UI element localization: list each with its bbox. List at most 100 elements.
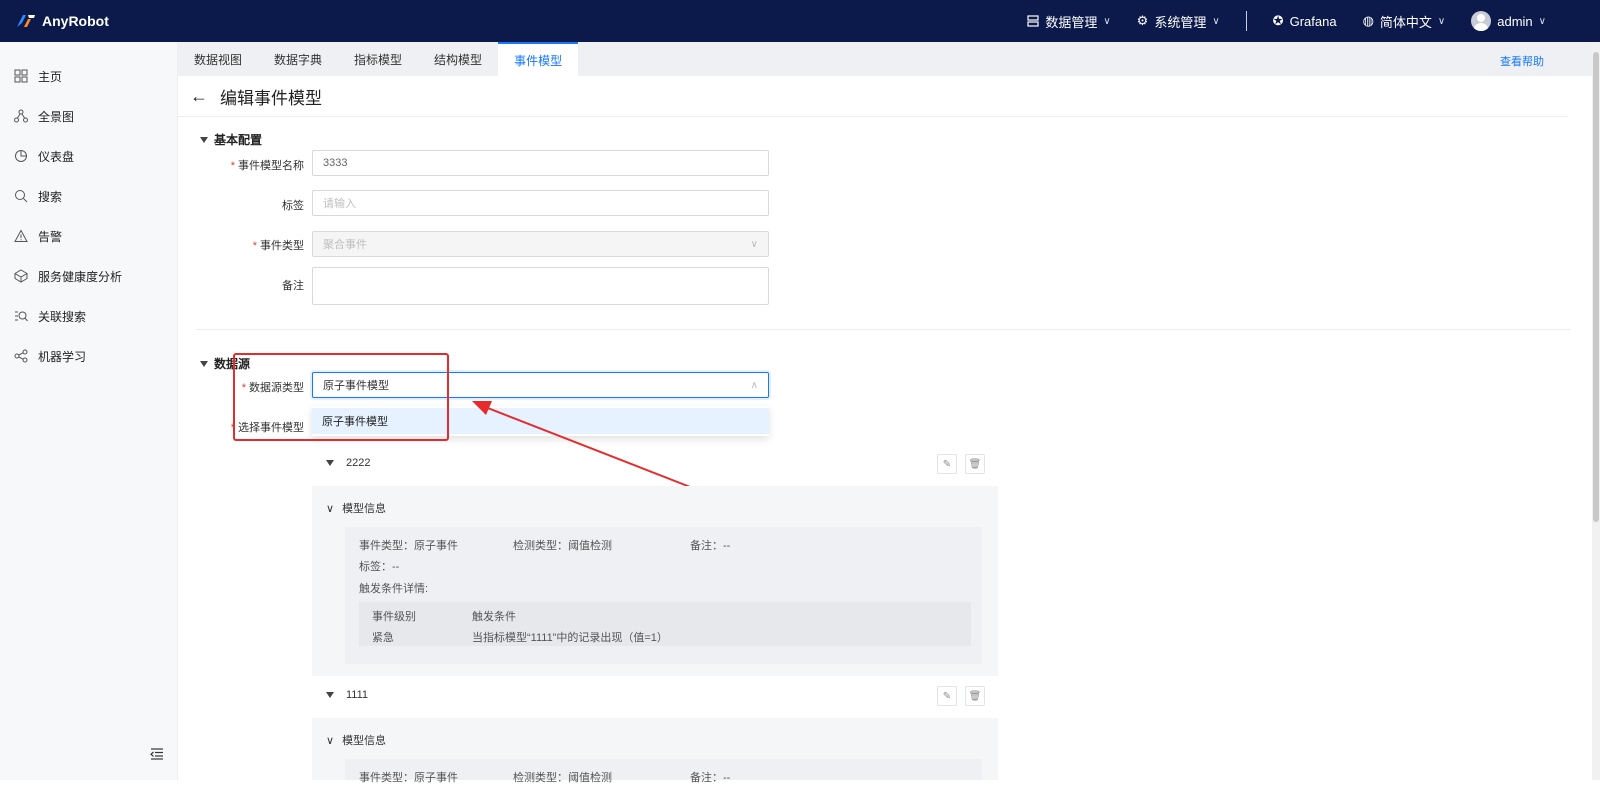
gear-icon: ⚙: [1136, 13, 1149, 28]
chevron-down-icon: ∨: [326, 502, 335, 515]
delete-button[interactable]: 🗑: [965, 686, 985, 706]
header-divider: [178, 116, 1568, 117]
pie-chart-icon: [12, 147, 30, 165]
help-link[interactable]: 查看帮助: [1500, 53, 1544, 69]
sidebar-item-label: 搜索: [38, 189, 63, 204]
event-type-select: 聚合事件 ∨: [312, 231, 769, 257]
sidebar-item-search[interactable]: 搜索: [0, 176, 177, 216]
data-management-menu[interactable]: 数据管理 ∨: [1027, 12, 1111, 31]
model-info-card: ∨ 模型信息 事件类型：原子事件 检测类型：阈值检测 备注：-- 标签：-- 触…: [312, 486, 998, 676]
tab-event-model[interactable]: 事件模型: [498, 42, 579, 76]
scrollbar-thumb[interactable]: [1593, 52, 1599, 522]
language-menu[interactable]: ◍ 简体中文 ∨: [1363, 12, 1446, 31]
annotation-highlight-box: [233, 353, 449, 441]
grid-icon: [12, 67, 30, 85]
list-search-icon: [12, 307, 30, 325]
chevron-down-icon: ∨: [1538, 15, 1546, 27]
model-info-header[interactable]: ∨ 模型信息: [326, 500, 386, 516]
sidebar-item-alert[interactable]: 告警: [0, 216, 177, 256]
basic-config-section-header[interactable]: 基本配置: [200, 131, 262, 148]
search-icon: [12, 187, 30, 205]
sidebar-item-label: 主页: [38, 69, 63, 84]
ml-icon: [12, 347, 30, 365]
trigger-table: 事件级别 触发条件 紧急 当指标模型“1111”中的记录出现（值=1）: [359, 602, 971, 646]
annotation-arrow-icon: [472, 401, 704, 493]
detect-type-info: 检测类型：阈值检测: [513, 772, 612, 784]
chevron-down-icon: ∨: [326, 734, 335, 747]
event-type-value: 聚合事件: [323, 239, 367, 251]
note-label: 备注: [282, 280, 304, 292]
sidebar-item-label: 仪表盘: [38, 149, 75, 164]
model-info-header[interactable]: ∨ 模型信息: [326, 732, 386, 748]
model-item-header[interactable]: 2222: [326, 457, 370, 469]
event-model-name-label: * 事件模型名称: [230, 160, 304, 172]
tag-input[interactable]: 请输入: [312, 190, 769, 216]
trash-icon: 🗑: [968, 690, 982, 702]
sidebar-item-label: 告警: [38, 229, 63, 244]
system-management-menu[interactable]: ⚙ 系统管理 ∨: [1137, 12, 1220, 31]
app-logo[interactable]: AnyRobot: [16, 13, 109, 29]
database-icon: [1027, 15, 1039, 27]
caret-down-icon: [200, 136, 208, 143]
sidebar-item-label: 关联搜索: [38, 309, 87, 324]
app-name: AnyRobot: [42, 13, 109, 29]
required-mark: *: [252, 240, 257, 252]
trigger-title: 触发条件详情:: [359, 583, 429, 595]
sidebar-item-panorama[interactable]: 全景图: [0, 96, 177, 136]
tab-bar: 数据视图 数据字典 指标模型 结构模型 事件模型 查看帮助: [178, 42, 1598, 76]
caret-down-icon: [326, 692, 334, 698]
sidebar-item-service-health[interactable]: 服务健康度分析: [0, 256, 177, 296]
sidebar-item-label: 机器学习: [38, 349, 87, 364]
pencil-icon: ✎: [942, 458, 952, 470]
user-menu[interactable]: admin ∨: [1471, 11, 1546, 31]
model-info-card: ∨ 模型信息 事件类型：原子事件 检测类型：阈值检测 备注：--: [312, 718, 998, 784]
warning-icon: [12, 227, 30, 245]
sidebar-item-dashboard[interactable]: 仪表盘: [0, 136, 177, 176]
section-divider: [196, 329, 1571, 330]
caret-down-icon: [200, 360, 208, 367]
note-info: 备注：--: [690, 540, 731, 552]
edit-button[interactable]: ✎: [937, 686, 957, 706]
event-type-info: 事件类型：原子事件: [359, 772, 458, 784]
data-management-label: 数据管理: [1045, 14, 1098, 30]
model-info-title: 模型信息: [342, 503, 387, 515]
divider: [1245, 11, 1247, 31]
event-model-name-input[interactable]: 3333: [312, 150, 769, 176]
tags-info: 标签：--: [359, 561, 400, 573]
collapse-sidebar-icon[interactable]: [150, 748, 164, 760]
chevron-up-icon: ∧: [750, 379, 758, 391]
sidebar-item-machine-learning[interactable]: 机器学习: [0, 336, 177, 376]
anyrobot-logo-icon: [17, 15, 35, 27]
sidebar-item-label: 服务健康度分析: [38, 269, 123, 284]
delete-button[interactable]: 🗑: [965, 454, 985, 474]
event-type-label: * 事件类型: [252, 240, 304, 252]
trash-icon: 🗑: [968, 458, 982, 470]
tab-data-dictionary[interactable]: 数据字典: [258, 42, 338, 76]
note-info: 备注：--: [690, 772, 731, 784]
box-icon: [12, 267, 30, 285]
caret-down-icon: [326, 460, 334, 466]
grafana-icon: ✪: [1272, 13, 1284, 28]
back-arrow-icon[interactable]: ←: [190, 86, 208, 107]
edit-button[interactable]: ✎: [937, 454, 957, 474]
tab-metric-model[interactable]: 指标模型: [338, 42, 418, 76]
page-header: ← 编辑事件模型: [190, 84, 322, 109]
sidebar-item-label: 全景图: [38, 109, 75, 124]
globe-icon: ◍: [1362, 13, 1374, 28]
chevron-down-icon: ∨: [1103, 15, 1111, 27]
grafana-link[interactable]: ✪ Grafana: [1273, 13, 1337, 29]
top-bar: AnyRobot 数据管理 ∨ ⚙ 系统管理 ∨ ✪ Grafana ◍ 简体中…: [0, 0, 1600, 42]
basic-config-title: 基本配置: [214, 133, 263, 147]
tab-structure-model[interactable]: 结构模型: [418, 42, 498, 76]
scrollbar-track[interactable]: [1592, 42, 1600, 780]
note-textarea[interactable]: [312, 267, 769, 305]
model-name: 1111: [346, 689, 369, 701]
tag-label: 标签: [282, 200, 304, 212]
sidebar-item-correlation-search[interactable]: 关联搜索: [0, 296, 177, 336]
detect-type-info: 检测类型：阈值检测: [513, 540, 612, 552]
chevron-down-icon: ∨: [1437, 15, 1446, 27]
tab-data-view[interactable]: 数据视图: [178, 42, 258, 76]
sidebar-item-home[interactable]: 主页: [0, 56, 177, 96]
model-item-header[interactable]: 1111: [326, 689, 368, 701]
topology-icon: [12, 107, 30, 125]
